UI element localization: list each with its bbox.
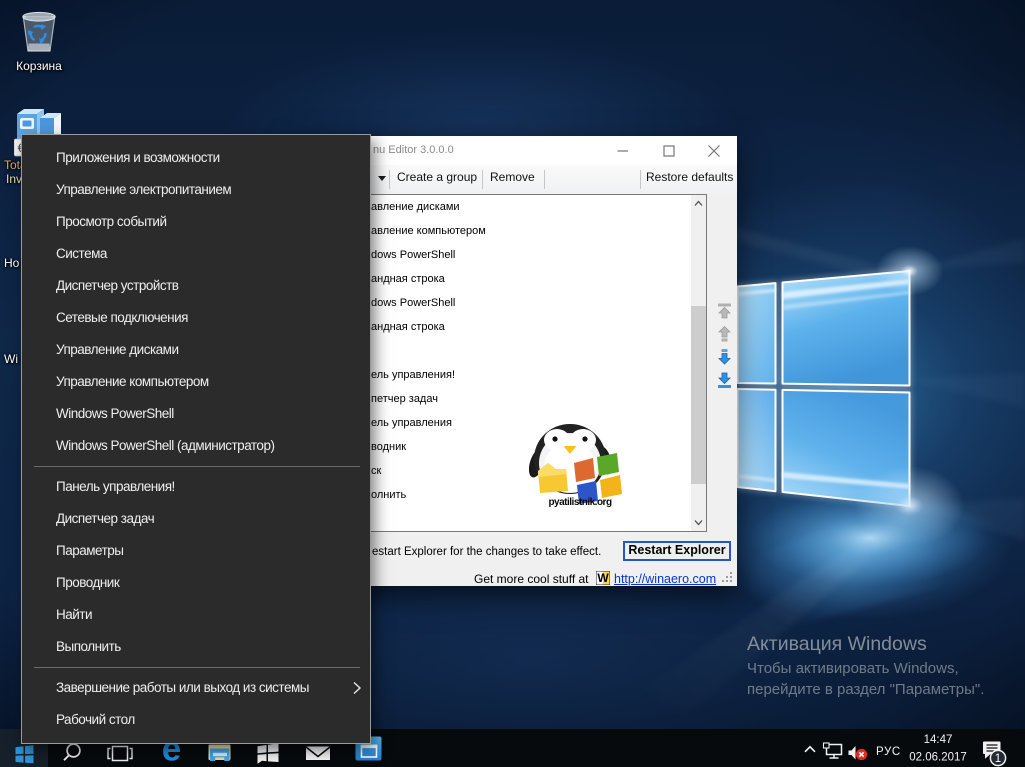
svg-text:1: 1 bbox=[995, 753, 1001, 765]
svg-text:14:47: 14:47 bbox=[924, 734, 953, 746]
svg-text:pyatilistnik.org: pyatilistnik.org bbox=[548, 497, 612, 508]
svg-text:W: W bbox=[597, 571, 609, 585]
svg-text:РУС: РУС bbox=[876, 746, 901, 758]
svg-text:02.06.2017: 02.06.2017 bbox=[909, 752, 967, 764]
